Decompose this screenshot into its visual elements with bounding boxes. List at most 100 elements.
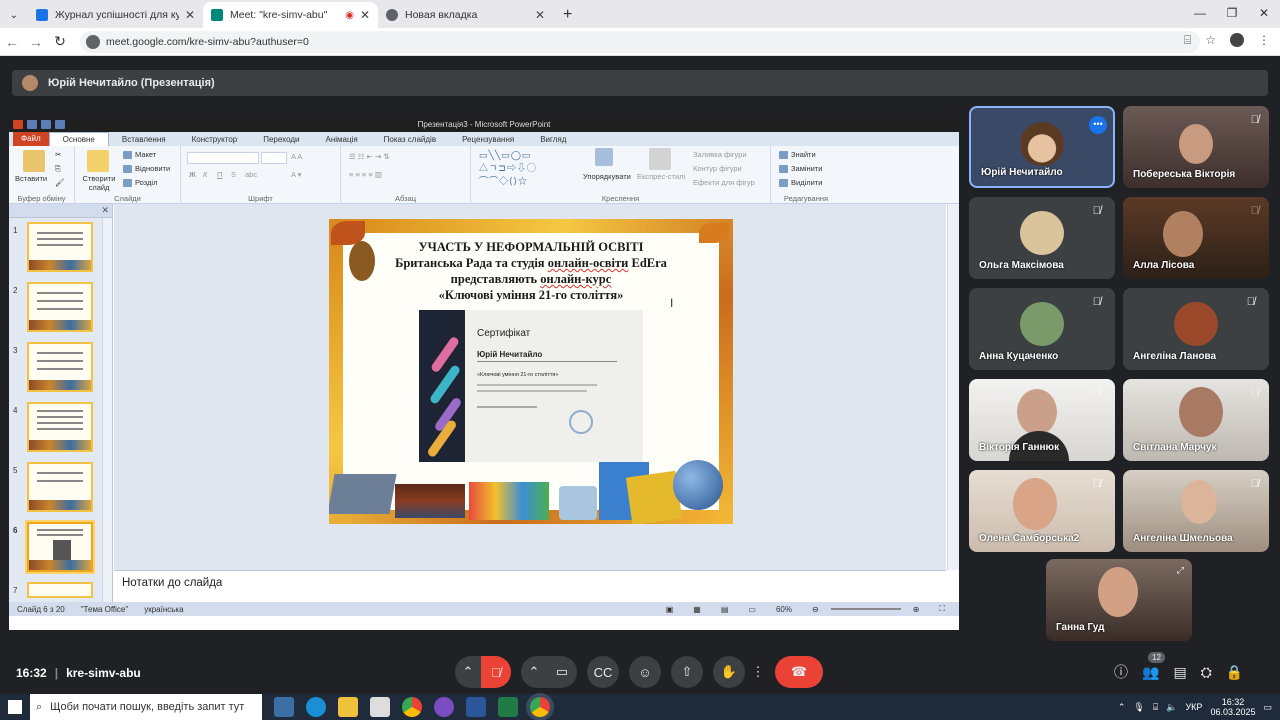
participant-tile[interactable]: 🎙̸ Ольга Максімова bbox=[969, 197, 1115, 279]
participant-tile[interactable]: 🎙̸ Анна Куцаченко bbox=[969, 288, 1115, 370]
sorter-view-icon[interactable]: ▦ bbox=[685, 605, 709, 614]
save-icon[interactable] bbox=[27, 120, 37, 129]
slide-notes[interactable]: Нотатки до слайда bbox=[114, 570, 946, 600]
underline-icon[interactable]: П bbox=[217, 170, 222, 179]
profile-avatar[interactable] bbox=[1230, 33, 1244, 47]
select-button[interactable]: Виділити bbox=[779, 178, 822, 188]
normal-view-icon[interactable]: ▣ bbox=[658, 605, 682, 614]
undo-icon[interactable] bbox=[41, 120, 51, 129]
reading-view-icon[interactable]: ▤ bbox=[713, 605, 737, 614]
excel-icon[interactable] bbox=[498, 697, 518, 717]
more-options-icon[interactable]: ••• bbox=[1089, 116, 1107, 134]
ribbon-tab-review[interactable]: Рецензування bbox=[449, 135, 527, 144]
ribbon-tab-slideshow[interactable]: Показ слайдів bbox=[371, 135, 449, 144]
participant-tile[interactable]: 🎙̸ Побереська Вікторія bbox=[1123, 106, 1269, 188]
chrome-active-icon[interactable] bbox=[530, 697, 550, 717]
current-slide[interactable]: УЧАСТЬ У НЕФОРМАЛЬНІЙ ОСВІТІ Британська … bbox=[329, 219, 733, 524]
explorer-icon[interactable] bbox=[338, 697, 358, 717]
shape-fill-button[interactable]: Заливка фігури bbox=[693, 150, 747, 159]
host-controls-icon[interactable]: 🔒 bbox=[1226, 664, 1243, 681]
minimize-icon[interactable]: — bbox=[1184, 0, 1216, 28]
participant-tile[interactable]: ••• Юрій Нечитайло bbox=[969, 106, 1115, 188]
find-button[interactable]: Знайти bbox=[779, 150, 816, 160]
close-tab-icon[interactable]: ✕ bbox=[360, 8, 370, 22]
task-view-icon[interactable] bbox=[274, 697, 294, 717]
menu-kebab-icon[interactable]: ⋮ bbox=[1258, 33, 1270, 48]
shapes-gallery[interactable]: ▭╲╲▭◯▭ △ㄱ⊐⇨⇩◯ ⌒⌒◇⟨⟩☆ bbox=[479, 150, 537, 187]
paste-icon[interactable] bbox=[23, 150, 45, 172]
layout-button[interactable]: Макет bbox=[123, 150, 156, 160]
grow-font-icon[interactable]: A A bbox=[291, 152, 302, 161]
shape-effects-button[interactable]: Ефекти для фігур bbox=[693, 178, 755, 187]
new-slide-button[interactable]: Створити слайд bbox=[79, 174, 119, 192]
browser-tab-new[interactable]: Новая вкладка ✕ bbox=[378, 2, 553, 28]
close-tab-icon[interactable]: ✕ bbox=[185, 8, 195, 22]
activities-icon[interactable]: ⛭ bbox=[1201, 664, 1212, 681]
bookmark-star-icon[interactable]: ☆ bbox=[1205, 33, 1216, 48]
start-icon[interactable] bbox=[8, 700, 22, 714]
slide-thumbnail[interactable] bbox=[27, 582, 93, 598]
participant-tile[interactable]: 🎙̸ Алла Лісова bbox=[1123, 197, 1269, 279]
slide-thumbnail[interactable] bbox=[27, 402, 93, 452]
zoom-out-icon[interactable]: ⊖ bbox=[804, 605, 827, 614]
taskbar-search[interactable]: ⌕ Щоби почати пошук, введіть запит тут bbox=[30, 694, 262, 720]
site-info-icon[interactable] bbox=[86, 34, 100, 49]
slide-thumbnail[interactable] bbox=[27, 282, 93, 332]
people-icon[interactable]: 👥 12 bbox=[1142, 651, 1165, 681]
close-window-icon[interactable]: ✕ bbox=[1248, 0, 1280, 28]
tray-mic-icon[interactable]: 🎙 bbox=[1133, 702, 1144, 713]
meeting-code[interactable]: kre-simv-abu bbox=[66, 666, 141, 680]
browser-tab-meet[interactable]: Meet: "kre-simv-abu" ◉ ✕ bbox=[203, 2, 378, 28]
shadow-icon[interactable]: S bbox=[231, 170, 236, 179]
close-pane-icon[interactable]: ✕ bbox=[101, 205, 109, 216]
network-icon[interactable]: ⌸ bbox=[1153, 702, 1158, 713]
captions-button[interactable]: CC bbox=[587, 656, 619, 688]
edge-icon[interactable] bbox=[306, 697, 326, 717]
slideshow-view-icon[interactable]: ▭ bbox=[740, 605, 764, 614]
participant-tile[interactable]: 🎙̸ Олена Самборська2 bbox=[969, 470, 1115, 552]
mail-icon[interactable] bbox=[370, 697, 390, 717]
slide-scrollbar[interactable] bbox=[947, 204, 959, 570]
align-icon[interactable]: ≡ ≡ ≡ ≡ ▥ bbox=[349, 170, 382, 179]
leave-call-button[interactable]: ☎ bbox=[775, 656, 823, 688]
url-field[interactable]: meet.google.com/kre-simv-abu?authuser=0 bbox=[80, 30, 1200, 53]
word-icon[interactable] bbox=[466, 697, 486, 717]
close-tab-icon[interactable]: ✕ bbox=[535, 8, 545, 22]
participant-tile[interactable]: 🎙̸ Світлана Марчук bbox=[1123, 379, 1269, 461]
replace-button[interactable]: Замінити bbox=[779, 164, 822, 174]
viber-icon[interactable] bbox=[434, 697, 454, 717]
ribbon-tab-file[interactable]: Файл bbox=[13, 132, 49, 146]
bullets-icon[interactable]: ☰ ☷ ⇤ ⇥ ⇅ bbox=[349, 152, 390, 161]
video-options-icon[interactable]: ⌃ bbox=[521, 656, 547, 688]
slide-thumbnail[interactable] bbox=[27, 342, 93, 392]
raise-hand-button[interactable]: ✋ bbox=[713, 656, 745, 688]
reset-button[interactable]: Відновити bbox=[123, 164, 170, 174]
arrange-icon[interactable] bbox=[595, 148, 613, 166]
info-icon[interactable]: ⓘ bbox=[1114, 662, 1128, 682]
tab-search-button[interactable]: ⌄ bbox=[0, 2, 28, 28]
font-size-select[interactable] bbox=[261, 152, 287, 164]
translate-icon[interactable]: ⌸ bbox=[1184, 33, 1191, 48]
zoom-slider[interactable] bbox=[830, 608, 901, 610]
present-button[interactable]: ⇧ bbox=[671, 656, 703, 688]
more-options-icon[interactable]: ⋮ bbox=[749, 656, 767, 688]
reload-icon[interactable]: ↻ bbox=[48, 33, 72, 50]
ribbon-tab-design[interactable]: Конструктор bbox=[179, 135, 251, 144]
pin-icon[interactable]: ⤢ bbox=[1177, 565, 1184, 576]
participant-tile[interactable]: ⤢ Ганна Гуд bbox=[1046, 559, 1192, 641]
quick-styles-button[interactable]: Експрес-стилі bbox=[637, 172, 685, 181]
bold-icon[interactable]: Ж bbox=[189, 170, 196, 179]
chat-icon[interactable]: ▤ bbox=[1173, 664, 1186, 681]
redo-icon[interactable] bbox=[55, 120, 65, 129]
browser-tab-gradebook[interactable]: Журнал успішності для курсу ✕ bbox=[28, 2, 203, 28]
notifications-icon[interactable]: ▭ bbox=[1263, 702, 1272, 713]
mic-off-button[interactable]: 🎙̸ bbox=[481, 656, 511, 688]
restore-icon[interactable]: ❐ bbox=[1216, 0, 1248, 28]
font-name-select[interactable] bbox=[187, 152, 259, 164]
arrange-button[interactable]: Упорядкувати bbox=[583, 172, 631, 181]
paste-button[interactable]: Вставити bbox=[15, 174, 47, 183]
fit-slide-icon[interactable]: ⛶ bbox=[931, 604, 953, 614]
shape-outline-button[interactable]: Контур фігури bbox=[693, 164, 742, 173]
participant-tile[interactable]: 🎙̸ Ангеліна Шмельова bbox=[1123, 470, 1269, 552]
audio-options-icon[interactable]: ⌃ bbox=[455, 656, 481, 688]
